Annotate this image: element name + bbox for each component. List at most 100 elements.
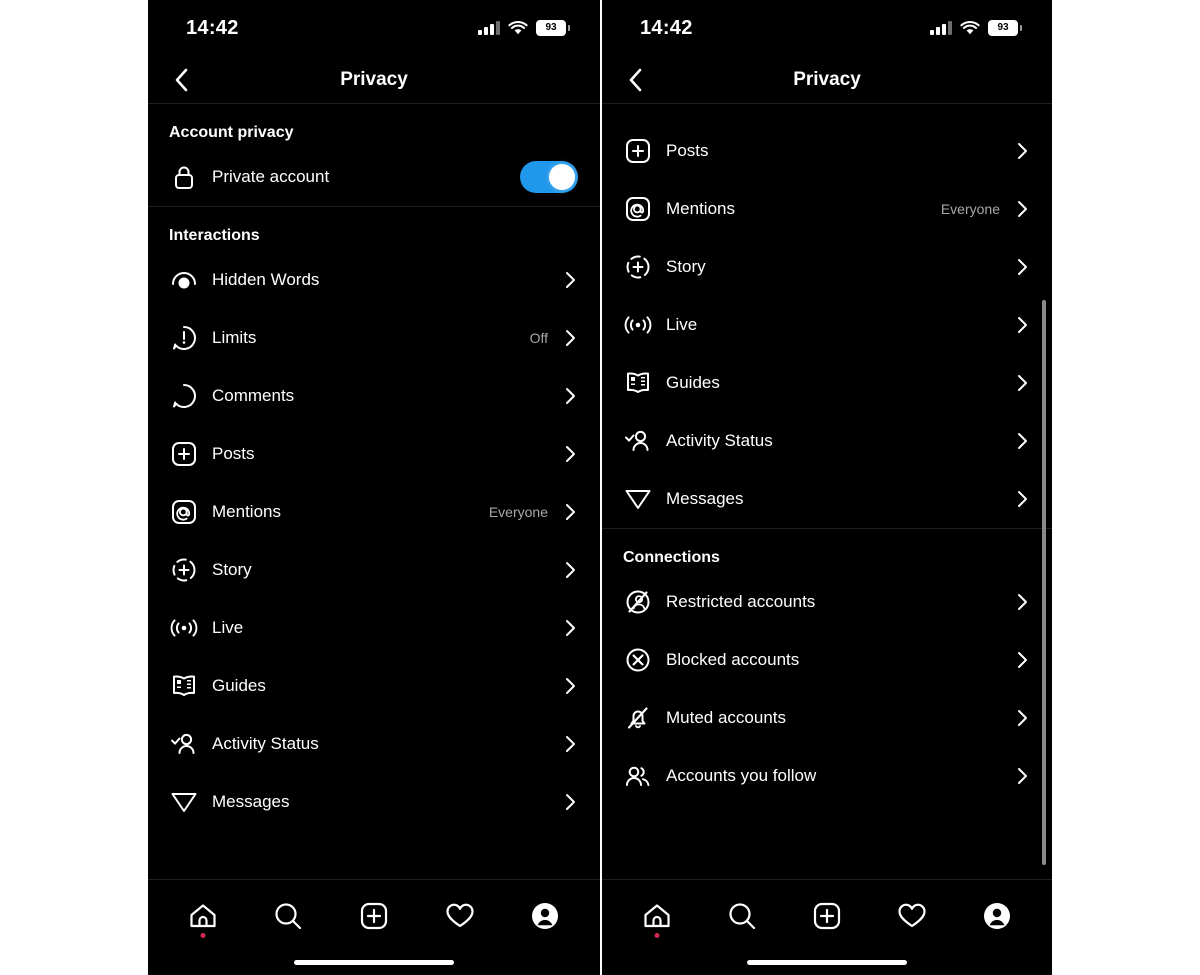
row-label: Muted accounts <box>666 708 1014 728</box>
row-value: Everyone <box>941 201 1000 217</box>
chevron-right-icon <box>1014 317 1030 333</box>
tab-home[interactable] <box>181 894 225 938</box>
home-icon <box>188 902 218 930</box>
chevron-right-icon <box>1014 594 1030 610</box>
blocked-circle-x-icon <box>623 645 653 675</box>
chevron-right-icon <box>562 736 578 752</box>
row-guides[interactable]: Guides <box>148 657 600 715</box>
section-header-account-privacy: Account privacy <box>148 104 600 148</box>
row-posts[interactable]: Posts <box>602 122 1052 180</box>
at-sign-icon <box>623 194 653 224</box>
tab-profile[interactable] <box>523 894 567 938</box>
wifi-icon <box>960 21 980 36</box>
left-phone-screen: 14:42 93 Privacy Acco <box>148 0 600 975</box>
cellular-signal-icon <box>478 21 500 35</box>
row-label: Live <box>666 315 1014 335</box>
row-label: Hidden Words <box>212 270 562 290</box>
status-bar-left: 14:42 93 <box>148 0 600 56</box>
row-label: Accounts you follow <box>666 766 1014 786</box>
section-header-interactions: Interactions <box>148 207 600 251</box>
status-indicators: 93 <box>930 20 1018 36</box>
heart-icon <box>897 902 927 930</box>
row-label: Mentions <box>666 199 941 219</box>
nav-header-right: Privacy <box>602 56 1052 104</box>
row-label: Messages <box>666 489 1014 509</box>
profile-avatar-icon <box>531 902 559 930</box>
plus-square-icon <box>623 136 653 166</box>
right-phone-screen: 14:42 93 Privacy <box>602 0 1052 975</box>
row-story[interactable]: Story <box>602 238 1052 296</box>
row-hidden-words[interactable]: Hidden Words <box>148 251 600 309</box>
row-guides[interactable]: Guides <box>602 354 1052 412</box>
row-mentions[interactable]: Mentions Everyone <box>602 180 1052 238</box>
tab-activity[interactable] <box>890 894 934 938</box>
row-comments[interactable]: Comments <box>148 367 600 425</box>
open-book-icon <box>623 368 653 398</box>
chevron-right-icon <box>562 562 578 578</box>
bell-slash-icon <box>623 703 653 733</box>
row-messages[interactable]: Messages <box>602 470 1052 528</box>
eye-icon <box>169 265 199 295</box>
story-plus-icon <box>169 555 199 585</box>
row-blocked-accounts[interactable]: Blocked accounts <box>602 631 1052 689</box>
vertical-scrollbar[interactable] <box>1042 300 1046 865</box>
status-indicators: 93 <box>478 20 566 36</box>
row-accounts-you-follow[interactable]: Accounts you follow <box>602 747 1052 805</box>
nav-header-left: Privacy <box>148 56 600 104</box>
profile-avatar-icon <box>983 902 1011 930</box>
lock-icon <box>169 162 199 192</box>
row-label: Limits <box>212 328 530 348</box>
chevron-right-icon <box>562 330 578 346</box>
row-activity-status[interactable]: Activity Status <box>148 715 600 773</box>
row-mentions[interactable]: Mentions Everyone <box>148 483 600 541</box>
row-posts[interactable]: Posts <box>148 425 600 483</box>
story-plus-icon <box>623 252 653 282</box>
row-label: Posts <box>212 444 562 464</box>
row-limits[interactable]: Limits Off <box>148 309 600 367</box>
tab-activity[interactable] <box>438 894 482 938</box>
chevron-right-icon <box>1014 201 1030 217</box>
row-messages[interactable]: Messages <box>148 773 600 831</box>
chevron-right-icon <box>562 272 578 288</box>
row-private-account[interactable]: Private account <box>148 148 600 206</box>
tab-create[interactable] <box>805 894 849 938</box>
chevron-right-icon <box>1014 143 1030 159</box>
back-button[interactable] <box>620 65 650 95</box>
paper-plane-icon <box>623 484 653 514</box>
row-muted-accounts[interactable]: Muted accounts <box>602 689 1052 747</box>
tab-bar-right <box>602 879 1052 975</box>
tab-search[interactable] <box>266 894 310 938</box>
row-story[interactable]: Story <box>148 541 600 599</box>
status-bar-right: 14:42 93 <box>602 0 1052 56</box>
chevron-right-icon <box>562 504 578 520</box>
chevron-right-icon <box>562 446 578 462</box>
row-value: Everyone <box>489 504 548 520</box>
chevron-right-icon <box>562 678 578 694</box>
left-scroll-area[interactable]: Account privacy Private account Interact… <box>148 104 600 831</box>
tab-home[interactable] <box>635 894 679 938</box>
home-badge-dot <box>200 933 205 938</box>
chevron-right-icon <box>562 620 578 636</box>
section-header-connections: Connections <box>602 529 1052 573</box>
row-live[interactable]: Live <box>148 599 600 657</box>
home-indicator <box>747 960 907 965</box>
right-scroll-area[interactable]: Posts Mentions Everyone <box>602 104 1052 805</box>
status-time: 14:42 <box>186 17 239 40</box>
tab-create[interactable] <box>352 894 396 938</box>
tab-profile[interactable] <box>975 894 1019 938</box>
row-label: Restricted accounts <box>666 592 1014 612</box>
row-label: Blocked accounts <box>666 650 1014 670</box>
row-activity-status[interactable]: Activity Status <box>602 412 1052 470</box>
search-icon <box>273 901 303 931</box>
restricted-person-icon <box>623 587 653 617</box>
row-live[interactable]: Live <box>602 296 1052 354</box>
tab-search[interactable] <box>720 894 764 938</box>
row-label: Story <box>666 257 1014 277</box>
back-button[interactable] <box>166 65 196 95</box>
chevron-right-icon <box>1014 652 1030 668</box>
chevron-right-icon <box>1014 433 1030 449</box>
private-account-toggle[interactable] <box>520 161 578 193</box>
toggle-knob <box>549 164 575 190</box>
row-restricted-accounts[interactable]: Restricted accounts <box>602 573 1052 631</box>
chevron-right-icon <box>1014 768 1030 784</box>
